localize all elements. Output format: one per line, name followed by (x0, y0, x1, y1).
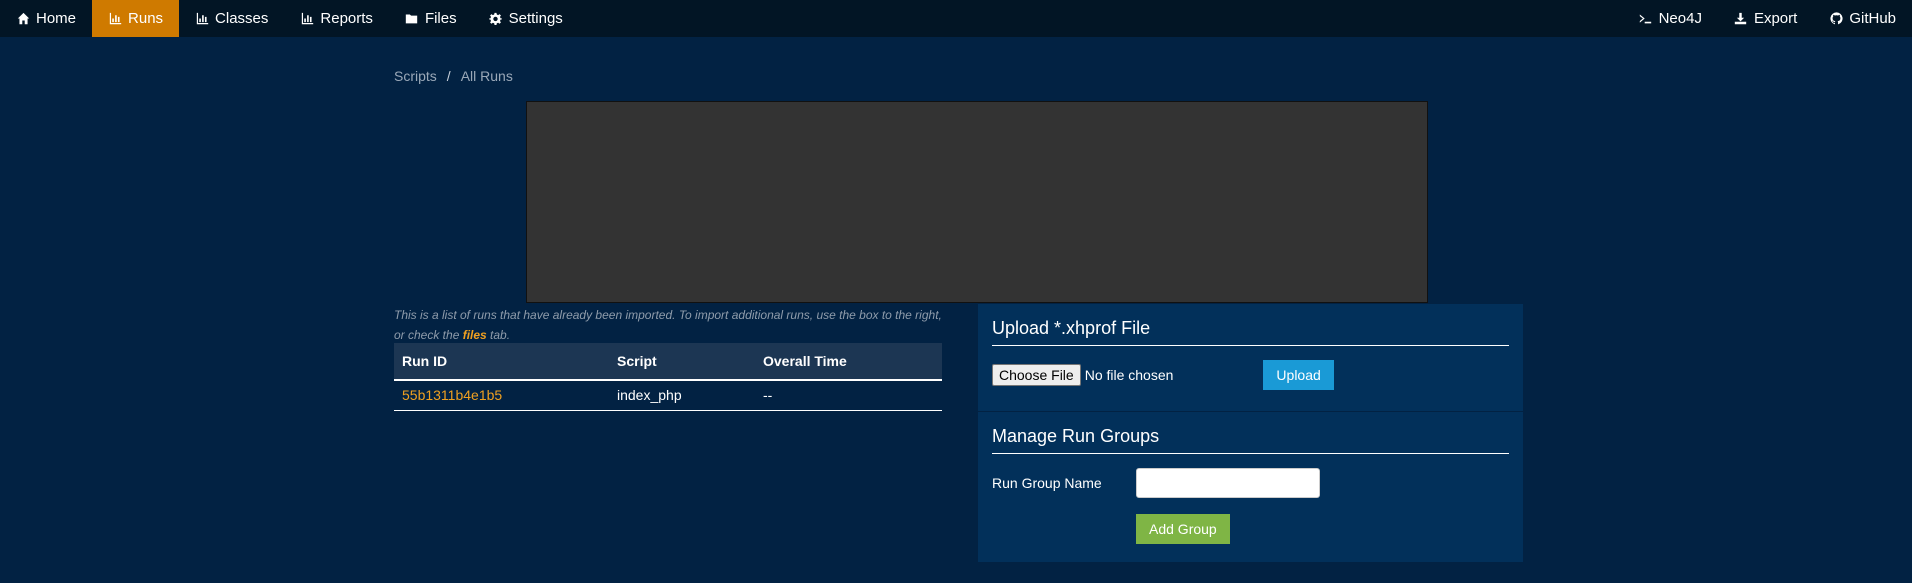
intro-text-after: tab. (486, 328, 511, 342)
upload-panel: Upload *.xhprof File Choose File No file… (978, 304, 1523, 411)
add-group-button[interactable]: Add Group (1136, 514, 1230, 544)
run-id-link[interactable]: 55b1311b4e1b5 (394, 380, 609, 411)
run-script: index_php (609, 380, 755, 411)
nav-classes[interactable]: Classes (179, 0, 284, 37)
upload-panel-title: Upload *.xhprof File (992, 318, 1509, 346)
bar-chart-icon (108, 12, 122, 26)
breadcrumb-all-runs: All Runs (460, 68, 513, 84)
table-header-row: Run ID Script Overall Time (394, 343, 942, 381)
upload-button[interactable]: Upload (1263, 360, 1334, 390)
runs-chart-area (526, 101, 1428, 303)
nav-runs[interactable]: Runs (92, 0, 180, 37)
nav-files[interactable]: Files (389, 0, 473, 37)
nav-classes-label: Classes (215, 10, 269, 27)
breadcrumb: Scripts / All Runs (394, 68, 513, 84)
files-link[interactable]: files (463, 328, 487, 342)
column-header-script: Script (609, 343, 755, 381)
nav-github-label: GitHub (1849, 10, 1896, 27)
bar-chart-icon (300, 12, 314, 26)
file-upload-row: Choose File No file chosen Upload (992, 360, 1509, 390)
nav-export[interactable]: Export (1718, 0, 1813, 37)
nav-export-label: Export (1753, 10, 1798, 27)
download-icon (1734, 12, 1748, 26)
breadcrumb-separator: / (446, 68, 451, 84)
runs-table: Run ID Script Overall Time 55b1311b4e1b5… (394, 343, 942, 411)
bar-chart-icon (195, 12, 209, 26)
top-navbar: Home Runs Classes Reports Files Settings… (0, 0, 1912, 37)
nav-right: Neo4J Export GitHub (1623, 0, 1912, 37)
nav-home[interactable]: Home (0, 0, 92, 37)
no-file-chosen-text: No file chosen (1084, 367, 1174, 383)
breadcrumb-scripts[interactable]: Scripts (394, 68, 437, 84)
nav-github[interactable]: GitHub (1813, 0, 1912, 37)
nav-neo4j[interactable]: Neo4J (1623, 0, 1718, 37)
run-groups-panel: Manage Run Groups Run Group Name Add Gro… (978, 412, 1523, 562)
run-group-name-label: Run Group Name (992, 475, 1102, 491)
intro-text: This is a list of runs that have already… (394, 305, 942, 345)
column-header-overall-time: Overall Time (755, 343, 942, 381)
run-group-name-row: Run Group Name (992, 468, 1509, 498)
nav-settings[interactable]: Settings (473, 0, 579, 37)
nav-neo4j-label: Neo4J (1658, 10, 1702, 27)
terminal-icon (1639, 12, 1653, 26)
nav-files-label: Files (424, 10, 457, 27)
nav-home-label: Home (36, 10, 77, 27)
gear-icon (489, 12, 503, 26)
run-groups-panel-title: Manage Run Groups (992, 426, 1509, 454)
nav-runs-label: Runs (128, 10, 164, 27)
folder-icon (405, 12, 419, 26)
home-icon (16, 12, 30, 26)
nav-reports[interactable]: Reports (284, 0, 389, 37)
column-header-run-id: Run ID (394, 343, 609, 381)
github-icon (1829, 12, 1843, 26)
table-row: 55b1311b4e1b5 index_php -- (394, 380, 942, 411)
nav-left: Home Runs Classes Reports Files Settings (0, 0, 579, 37)
run-group-name-input[interactable] (1136, 468, 1320, 498)
choose-file-button[interactable]: Choose File (992, 364, 1081, 386)
nav-reports-label: Reports (320, 10, 373, 27)
run-overall-time: -- (755, 380, 942, 411)
nav-settings-label: Settings (508, 10, 563, 27)
